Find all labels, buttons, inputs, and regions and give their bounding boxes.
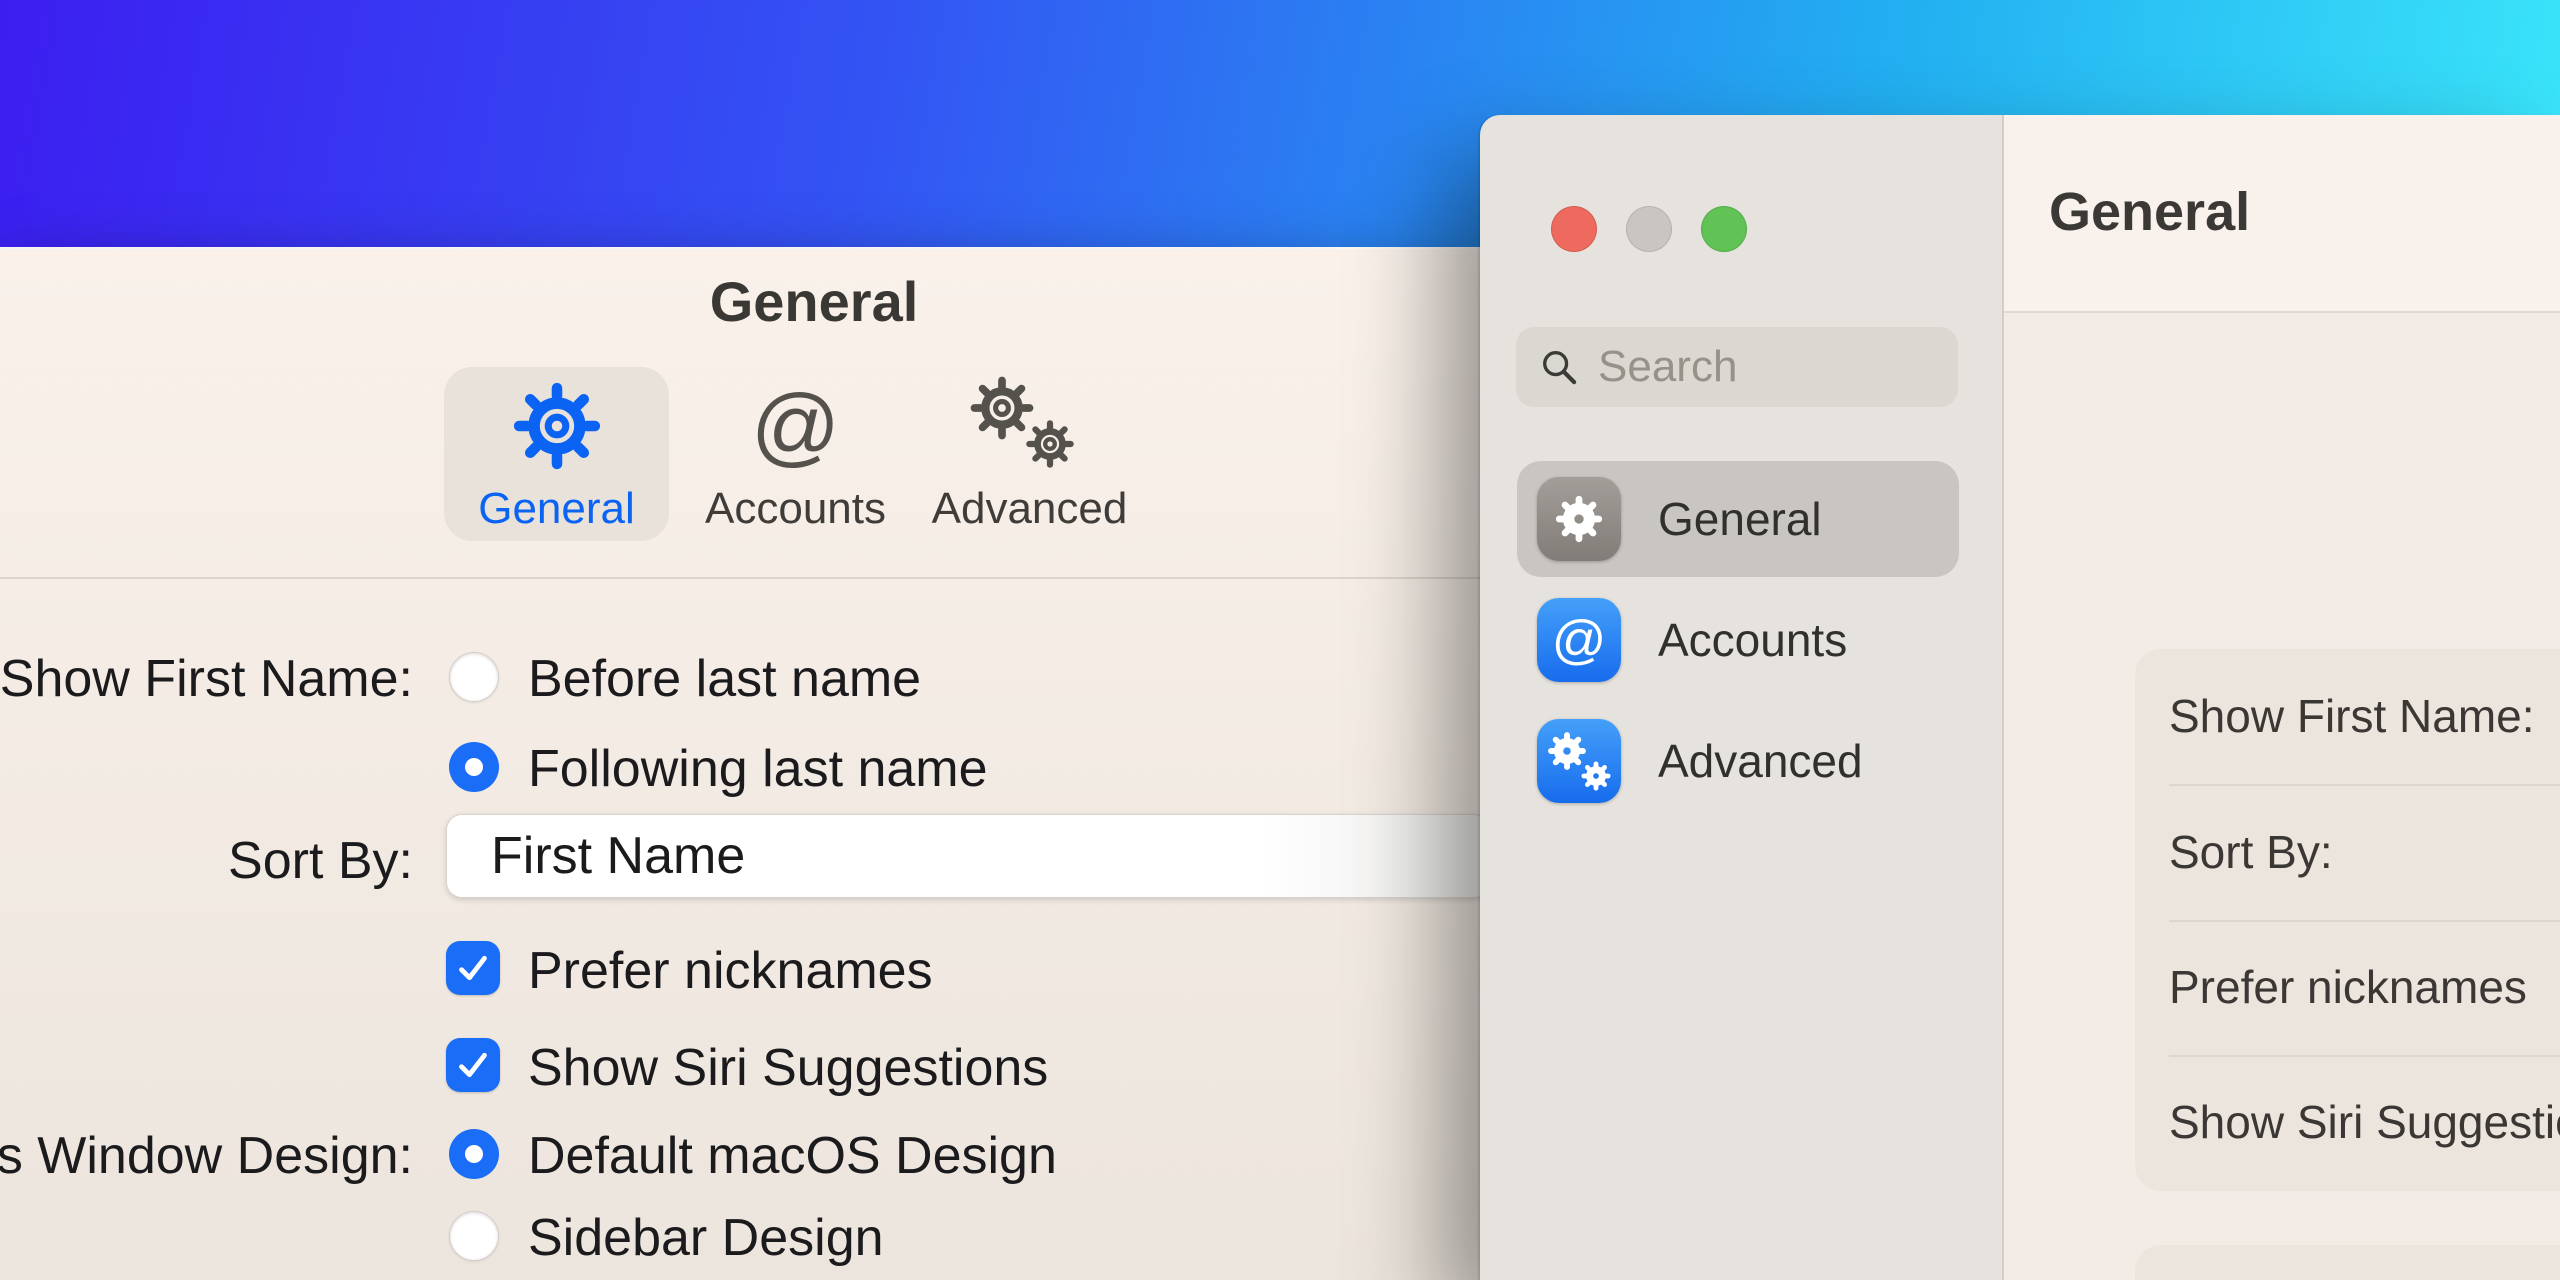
radio-following-last-name-label: Following last name: [528, 740, 988, 798]
content-header-divider: [2004, 311, 2560, 313]
show-siri-suggestions-label: Show Siri Suggestions: [528, 1039, 1049, 1097]
radio-sidebar-design-label: Sidebar Design: [528, 1209, 884, 1267]
minimize-button[interactable]: [1626, 206, 1672, 252]
sort-by-dropdown[interactable]: First Name: [446, 814, 1490, 898]
row-prefer-nicknames: Prefer nicknames: [2169, 961, 2527, 1013]
settings-content-pane: General Show First Name: Sort By: Prefer…: [2004, 115, 2560, 1280]
sidebar-item-accounts-label[interactable]: Accounts: [1658, 610, 1847, 670]
radio-default-macos-design[interactable]: [449, 1129, 499, 1179]
radio-before-last-name-label: Before last name: [528, 650, 922, 708]
content-header-bar: General: [2004, 115, 2560, 311]
toolbar-divider: [0, 577, 1490, 579]
at-icon: @: [1551, 610, 1607, 670]
search-placeholder: Search: [1598, 342, 1738, 391]
radio-default-macos-design-label: Default macOS Design: [528, 1127, 1057, 1185]
sidebar-item-advanced[interactable]: [1537, 719, 1621, 803]
window-title: General: [709, 270, 919, 333]
content-header-title: General: [2049, 182, 2251, 242]
radio-before-last-name[interactable]: [449, 652, 499, 702]
screen: General General @ Accounts Advanced Show…: [0, 0, 2560, 1280]
sort-by-value: First Name: [491, 827, 746, 885]
settings-window-design-label: Settings Window Design:: [0, 1127, 413, 1185]
sidebar-item-accounts[interactable]: @: [1537, 598, 1621, 682]
sidebar-item-general-label[interactable]: General: [1658, 489, 1822, 549]
toolbar-tabs: General @ Accounts Advanced: [444, 367, 1137, 541]
row-show-siri-suggestions: Show Siri Suggestions: [2169, 1096, 2560, 1148]
row-divider: [2169, 920, 2560, 922]
tab-advanced[interactable]: Advanced: [922, 367, 1137, 541]
prefer-nicknames-label: Prefer nicknames: [528, 942, 933, 1000]
gear-icon: [1553, 493, 1605, 545]
tab-accounts-label: Accounts: [705, 484, 886, 533]
tab-accounts[interactable]: @ Accounts: [693, 367, 898, 541]
show-siri-suggestions-checkbox[interactable]: [446, 1038, 500, 1092]
at-icon: @: [750, 376, 841, 475]
settings-sidebar: Search General @ Accounts Advanced: [1480, 115, 2002, 1280]
settings-group-card: Show First Name: Sort By: Prefer nicknam…: [2135, 649, 2560, 1191]
tab-general-label: General: [478, 484, 635, 533]
radio-sidebar-design[interactable]: [449, 1211, 499, 1261]
zoom-button[interactable]: [1701, 206, 1747, 252]
close-button[interactable]: [1551, 206, 1597, 252]
search-icon: [1538, 346, 1580, 388]
tab-advanced-label: Advanced: [931, 484, 1128, 533]
sort-by-label: Sort By:: [228, 832, 413, 890]
row-divider: [2169, 1055, 2560, 1057]
row-sort-by: Sort By:: [2169, 826, 2333, 878]
row-show-first-name: Show First Name:: [2169, 690, 2535, 742]
settings-group-card-2: Settings Window Design:: [2135, 1245, 2560, 1280]
gears-icon: [968, 374, 1092, 478]
search-input[interactable]: Search: [1516, 327, 1958, 407]
contacts-settings-window-sidebar: Search General @ Accounts Advanced Gener…: [1480, 115, 2560, 1280]
show-first-name-label: Show First Name:: [0, 650, 413, 708]
row-divider: [2169, 784, 2560, 786]
row-settings-window-design: Settings Window Design:: [2169, 1273, 2560, 1280]
contacts-settings-window-classic: General General @ Accounts Advanced Show…: [0, 247, 1490, 1280]
sidebar-item-general[interactable]: [1537, 477, 1621, 561]
tab-general[interactable]: General: [444, 367, 669, 541]
sidebar-item-advanced-label[interactable]: Advanced: [1658, 731, 1863, 791]
prefer-nicknames-checkbox[interactable]: [446, 941, 500, 995]
gears-icon: [1546, 730, 1612, 792]
radio-following-last-name[interactable]: [449, 742, 499, 792]
gear-icon: [513, 374, 601, 478]
